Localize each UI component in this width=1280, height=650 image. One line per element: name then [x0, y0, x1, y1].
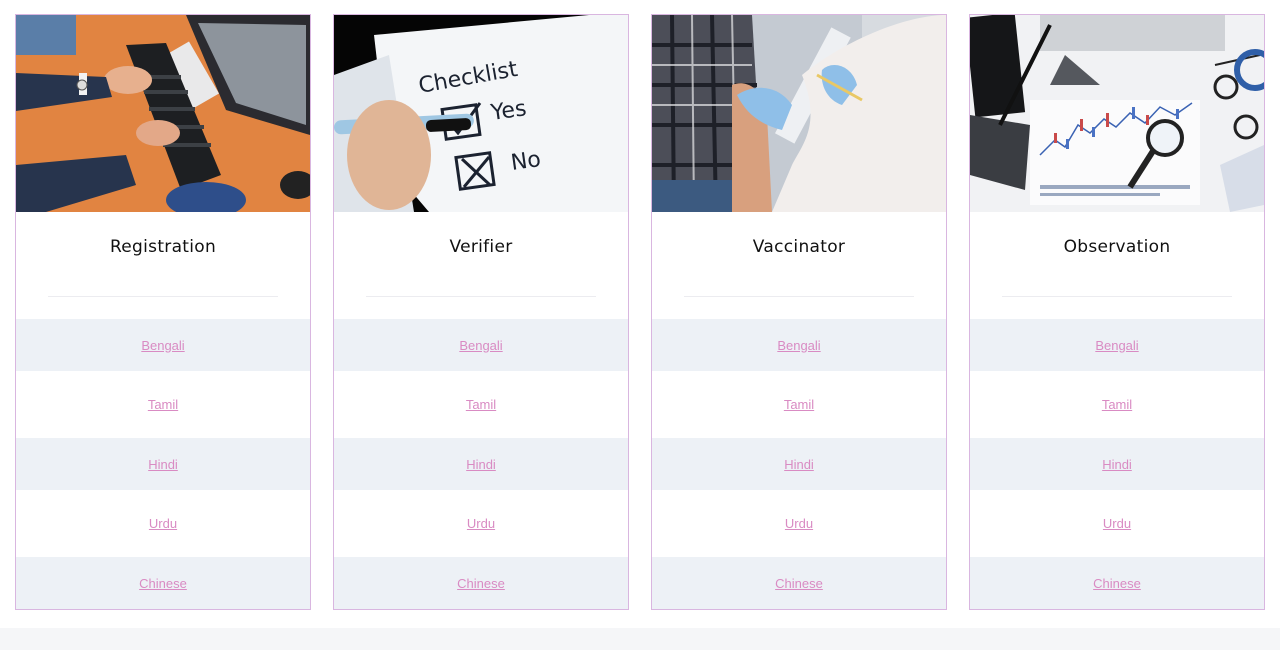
list-item: Bengali: [334, 319, 628, 371]
language-link[interactable]: Tamil: [466, 397, 496, 412]
list-item: Urdu: [16, 490, 310, 557]
list-item: Tamil: [652, 371, 946, 438]
card-vaccinator: Vaccinator Bengali Tamil Hindi Urdu Chin…: [651, 14, 947, 610]
list-item: Hindi: [652, 438, 946, 490]
list-item: Bengali: [16, 319, 310, 371]
list-item: Tamil: [334, 371, 628, 438]
list-item: Urdu: [652, 490, 946, 557]
card-title: Vaccinator: [752, 237, 846, 257]
language-link[interactable]: Urdu: [1103, 516, 1131, 531]
language-link[interactable]: Chinese: [1093, 576, 1141, 591]
card-title: Observation: [1063, 237, 1171, 257]
list-item: Hindi: [334, 438, 628, 490]
list-item: Chinese: [970, 557, 1264, 609]
language-link[interactable]: Hindi: [466, 457, 496, 472]
list-item: Bengali: [970, 319, 1264, 371]
footer-band: [0, 628, 1280, 650]
language-link[interactable]: Urdu: [785, 516, 813, 531]
language-list: Bengali Tamil Hindi Urdu Chinese: [16, 319, 310, 609]
language-list: Bengali Tamil Hindi Urdu Chinese: [334, 319, 628, 609]
divider: [48, 296, 278, 297]
card-registration: Registration Bengali Tamil Hindi Urdu Ch…: [15, 14, 311, 610]
language-link[interactable]: Bengali: [459, 338, 502, 353]
list-item: Urdu: [970, 490, 1264, 557]
vaccination-photo: [652, 15, 946, 212]
list-item: Tamil: [16, 371, 310, 438]
card-title: Registration: [109, 237, 217, 257]
list-item: Hindi: [970, 438, 1264, 490]
language-link[interactable]: Hindi: [784, 457, 814, 472]
language-list: Bengali Tamil Hindi Urdu Chinese: [970, 319, 1264, 609]
divider: [1002, 296, 1232, 297]
list-item: Chinese: [652, 557, 946, 609]
checklist-photo: Checklist Yes No: [334, 15, 628, 212]
language-list: Bengali Tamil Hindi Urdu Chinese: [652, 319, 946, 609]
list-item: Urdu: [334, 490, 628, 557]
language-link[interactable]: Tamil: [784, 397, 814, 412]
card-verifier: Checklist Yes No Verifier Bengali Tamil …: [333, 14, 629, 610]
list-item: Hindi: [16, 438, 310, 490]
typing-on-keyboard-photo: [16, 15, 310, 212]
language-link[interactable]: Bengali: [141, 338, 184, 353]
language-link[interactable]: Urdu: [149, 516, 177, 531]
language-link[interactable]: Hindi: [1102, 457, 1132, 472]
list-item: Bengali: [652, 319, 946, 371]
card-grid: Registration Bengali Tamil Hindi Urdu Ch…: [15, 14, 1265, 610]
language-link[interactable]: Bengali: [777, 338, 820, 353]
card-observation: Observation Bengali Tamil Hindi Urdu Chi…: [969, 14, 1265, 610]
list-item: Tamil: [970, 371, 1264, 438]
checklist-yes: Yes: [488, 96, 528, 126]
divider: [684, 296, 914, 297]
charts-magnifier-photo: [970, 15, 1264, 212]
card-title: Verifier: [449, 237, 513, 257]
language-link[interactable]: Hindi: [148, 457, 178, 472]
checklist-no: No: [509, 147, 542, 176]
language-link[interactable]: Tamil: [1102, 397, 1132, 412]
list-item: Chinese: [16, 557, 310, 609]
list-item: Chinese: [334, 557, 628, 609]
language-link[interactable]: Bengali: [1095, 338, 1138, 353]
language-link[interactable]: Tamil: [148, 397, 178, 412]
language-link[interactable]: Chinese: [139, 576, 187, 591]
language-link[interactable]: Chinese: [775, 576, 823, 591]
divider: [366, 296, 596, 297]
language-link[interactable]: Chinese: [457, 576, 505, 591]
language-link[interactable]: Urdu: [467, 516, 495, 531]
